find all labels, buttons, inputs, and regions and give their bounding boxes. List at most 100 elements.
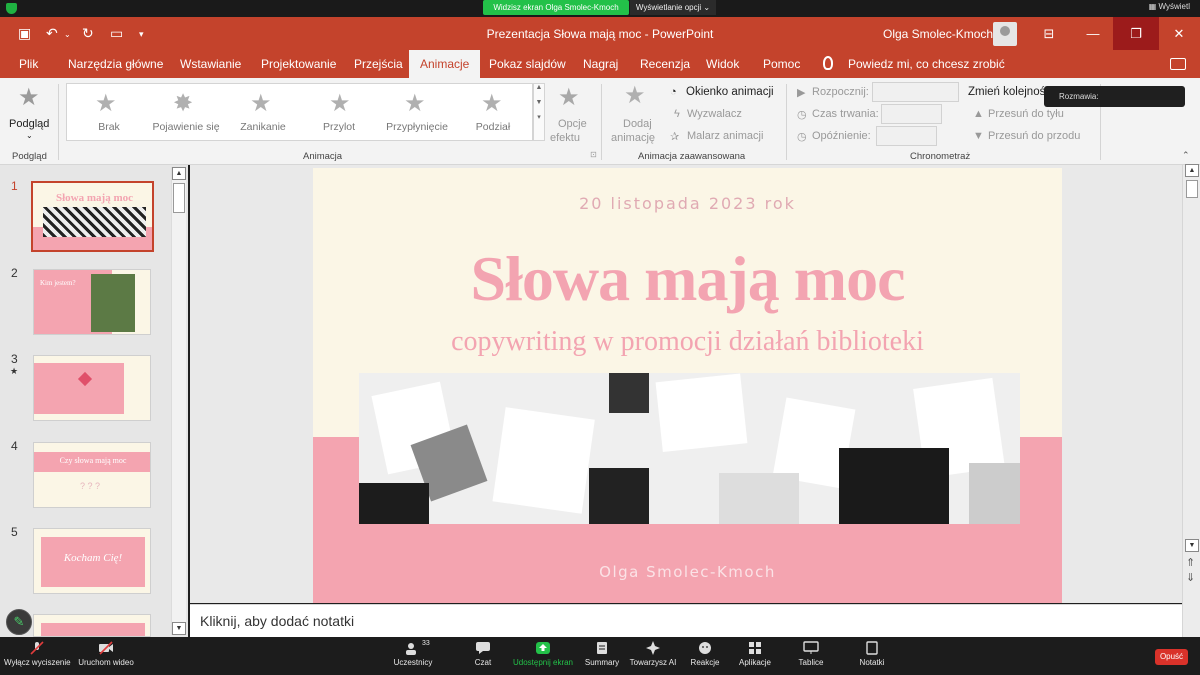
scroll-thumb[interactable] [1186, 180, 1198, 198]
slide-thumbnail-6[interactable] [33, 614, 151, 637]
preview-button[interactable]: Podgląd [9, 118, 49, 130]
add-animation-line1[interactable]: Dodaj [623, 118, 652, 130]
effect-options-line1[interactable]: Opcje [558, 118, 587, 130]
next-slide-icon[interactable]: ⇓ [1186, 571, 1195, 584]
slide-thumbnail-1[interactable]: Słowa mają moc [31, 181, 154, 252]
move-later-icon[interactable]: ▼ [973, 130, 984, 142]
tab-review[interactable]: Recenzja [640, 50, 690, 78]
reactions-button[interactable]: Reakcje [688, 637, 722, 675]
preview-icon[interactable]: ★ [18, 86, 40, 110]
slide-author[interactable]: Olga Smolec-Kmoch [313, 563, 1062, 581]
animation-pane-button[interactable]: Okienko animacji [686, 86, 774, 98]
avatar[interactable] [993, 22, 1017, 46]
security-shield-icon[interactable] [6, 3, 17, 14]
preview-dropdown-icon[interactable]: ⌄ [26, 131, 33, 140]
anim-float-in-icon[interactable]: ★ [404, 92, 426, 116]
start-select[interactable] [872, 82, 959, 102]
tab-home[interactable]: Narzędzia główne [68, 50, 163, 78]
gallery-down-icon[interactable]: ▼ [534, 99, 544, 106]
scroll-up-icon[interactable]: ▲ [1185, 164, 1199, 177]
anim-appear[interactable]: Pojawienie się [146, 121, 226, 133]
gallery-more-icon[interactable]: ▾ [534, 113, 544, 121]
ai-companion-button[interactable]: Towarzysz AI [628, 637, 678, 675]
leave-button[interactable]: Opuść [1155, 649, 1188, 665]
participants-button[interactable]: 33 Uczestnicy [390, 637, 436, 675]
whiteboards-button[interactable]: Tablice [794, 637, 828, 675]
anim-float-in[interactable]: Przypłynięcie [381, 121, 453, 133]
gallery-scroll[interactable]: ▲ ▼ ▾ [533, 83, 545, 141]
slide-thumbnail-2[interactable]: Kim jestem? [33, 269, 151, 335]
animation-pane-icon[interactable]: ◔ [670, 86, 677, 98]
share-screen-button[interactable]: Udostępnij ekran [512, 637, 574, 675]
slide-thumbnail-5[interactable]: Kocham Cię! [33, 528, 151, 594]
anim-none-icon[interactable]: ★ [95, 92, 117, 116]
thumbnails-scrollbar[interactable]: ▲ ▼ [171, 167, 186, 635]
tab-file[interactable]: Plik [19, 50, 38, 78]
move-later-button[interactable]: Przesuń do przodu [988, 130, 1080, 142]
trigger-icon[interactable]: ϟ [674, 108, 680, 120]
slide-date[interactable]: 20 listopada 2023 rok [313, 194, 1062, 213]
tab-transitions[interactable]: Przejścia [354, 50, 403, 78]
effect-options-line2[interactable]: efektu [550, 132, 580, 144]
delay-input[interactable] [876, 126, 937, 146]
trigger-button[interactable]: Wyzwalacz [687, 108, 742, 120]
tab-record[interactable]: Nagraj [583, 50, 618, 78]
annotate-pen-icon[interactable]: ✎ [6, 609, 32, 635]
tab-slideshow[interactable]: Pokaz slajdów [489, 50, 566, 78]
scroll-thumb[interactable] [173, 183, 185, 213]
add-animation-line2[interactable]: animację [611, 132, 655, 144]
slide-subtitle[interactable]: copywriting w promocji działań bibliotek… [313, 326, 1062, 358]
anim-none[interactable]: Brak [81, 121, 137, 133]
move-earlier-button[interactable]: Przesuń do tyłu [988, 108, 1064, 120]
comments-icon[interactable] [1170, 58, 1186, 70]
letters-photo[interactable] [359, 373, 1020, 524]
editor-scrollbar[interactable]: ▲ ▼ ⇑ ⇓ [1182, 164, 1200, 637]
apps-button[interactable]: Aplikacje [736, 637, 774, 675]
tab-design[interactable]: Projektowanie [261, 50, 336, 78]
scroll-down-icon[interactable]: ▼ [1185, 539, 1199, 552]
effect-options-icon[interactable]: ★ [558, 86, 580, 110]
tell-me-search[interactable]: Powiedz mi, co chcesz zrobić [848, 50, 1005, 78]
scroll-down-icon[interactable]: ▼ [172, 622, 186, 635]
anim-fade[interactable]: Zanikanie [231, 121, 295, 133]
slide-title[interactable]: Słowa mają moc [313, 242, 1062, 316]
ribbon-display-options-icon[interactable]: ⊟ [1026, 17, 1072, 50]
anim-split[interactable]: Podział [465, 121, 521, 133]
anim-appear-icon[interactable]: ✸ [173, 92, 193, 116]
add-animation-icon[interactable]: ★ [624, 84, 646, 108]
dialog-launcher-icon[interactable]: ⊡ [590, 150, 597, 159]
minimize-icon[interactable]: — [1070, 17, 1116, 50]
anim-fly-in-icon[interactable]: ★ [329, 92, 351, 116]
tab-animations[interactable]: Animacje [409, 50, 481, 78]
unmute-button[interactable]: Wyłącz wyciszenie [4, 637, 71, 675]
view-options-button[interactable]: Wyświetlanie opcji ⌄ [630, 0, 716, 15]
previous-slide-icon[interactable]: ⇑ [1186, 556, 1195, 569]
summary-button[interactable]: Summary [582, 637, 622, 675]
collapse-ribbon-icon[interactable]: ⌃ [1182, 150, 1190, 161]
anim-split-icon[interactable]: ★ [481, 92, 503, 116]
move-earlier-icon[interactable]: ▲ [973, 108, 984, 120]
slide-thumbnail-4[interactable]: Czy słowa mają moc ? ? ? [33, 442, 151, 508]
display-button[interactable]: ▦ Wyświetl [1149, 2, 1190, 11]
notes-button[interactable]: Notatki [855, 637, 889, 675]
scroll-up-icon[interactable]: ▲ [172, 167, 186, 180]
animation-painter-button[interactable]: Malarz animacji [687, 130, 763, 142]
anim-fade-icon[interactable]: ★ [250, 92, 272, 116]
notes-pane[interactable]: Kliknij, aby dodać notatki [190, 604, 1182, 637]
chat-button[interactable]: Czat [466, 637, 500, 675]
user-name[interactable]: Olga Smolec-Kmoch [883, 27, 993, 41]
tab-insert[interactable]: Wstawianie [180, 50, 241, 78]
slide-number: 3 [11, 352, 18, 366]
slide-thumbnail-3[interactable] [33, 355, 151, 421]
start-video-button[interactable]: Uruchom wideo [76, 637, 136, 675]
gallery-up-icon[interactable]: ▲ [534, 84, 544, 91]
notes-placeholder[interactable]: Kliknij, aby dodać notatki [200, 613, 354, 629]
animation-painter-icon[interactable]: ✰ [670, 130, 679, 143]
tab-view[interactable]: Widok [706, 50, 739, 78]
restore-icon[interactable]: ❐ [1113, 17, 1159, 50]
anim-fly-in[interactable]: Przylot [311, 121, 367, 133]
close-icon[interactable]: ✕ [1156, 17, 1200, 50]
duration-input[interactable] [881, 104, 942, 124]
tab-help[interactable]: Pomoc [763, 50, 800, 78]
slide-canvas[interactable]: 20 listopada 2023 rok Słowa mają moc cop… [313, 168, 1062, 603]
